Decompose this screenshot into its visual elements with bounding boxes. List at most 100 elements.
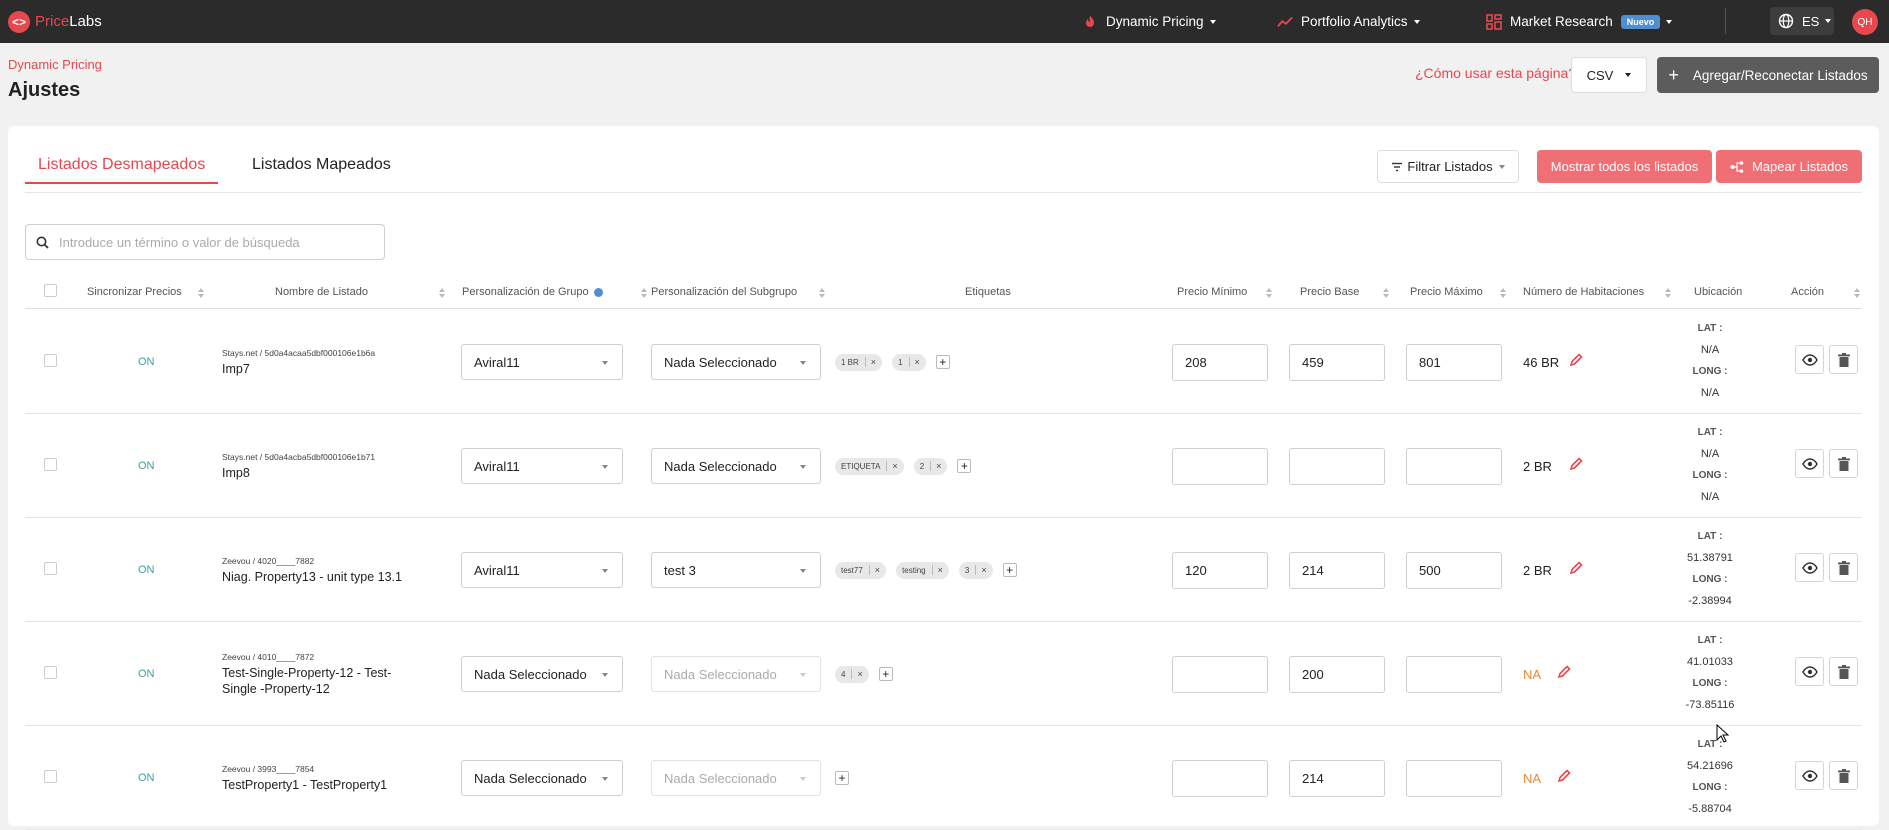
remove-tag-icon[interactable]: × (931, 565, 943, 575)
add-tag-button[interactable]: + (1002, 563, 1017, 577)
remove-tag-icon[interactable]: × (851, 669, 863, 679)
min-price-input[interactable] (1172, 760, 1268, 797)
min-price-input[interactable] (1172, 656, 1268, 693)
nav-dynamic-pricing[interactable]: Dynamic Pricing (1082, 0, 1216, 43)
sort-icon[interactable] (1383, 288, 1389, 298)
nav-portfolio-analytics[interactable]: Portfolio Analytics (1277, 0, 1420, 43)
delete-button[interactable] (1829, 345, 1858, 374)
sync-status[interactable]: ON (138, 356, 155, 368)
base-price-input[interactable]: 214 (1289, 760, 1385, 797)
subgroup-select[interactable]: Nada Seleccionado (651, 344, 821, 380)
max-price-input[interactable]: 801 (1406, 344, 1502, 381)
view-button[interactable] (1795, 449, 1824, 478)
delete-button[interactable] (1829, 657, 1858, 686)
sort-icon[interactable] (1854, 288, 1860, 298)
max-price-input[interactable] (1406, 656, 1502, 693)
sync-status[interactable]: ON (138, 772, 155, 784)
select-all-checkbox[interactable] (44, 284, 57, 297)
row-checkbox[interactable] (44, 458, 57, 471)
delete-button[interactable] (1829, 553, 1858, 582)
col-name[interactable]: Nombre de Listado (275, 276, 368, 308)
sort-icon[interactable] (1266, 288, 1272, 298)
help-link[interactable]: ¿Cómo usar esta página? (1415, 65, 1576, 81)
edit-icon[interactable] (1569, 353, 1583, 367)
edit-icon[interactable] (1569, 561, 1583, 575)
sort-icon[interactable] (439, 288, 445, 298)
view-button[interactable] (1795, 761, 1824, 790)
csv-dropdown[interactable]: CSV (1571, 57, 1647, 93)
sync-status[interactable]: ON (138, 460, 155, 472)
edit-icon[interactable] (1557, 665, 1571, 679)
edit-icon[interactable] (1557, 769, 1571, 783)
tab-mapped[interactable]: Listados Mapeados (252, 156, 391, 182)
row-checkbox[interactable] (44, 770, 57, 783)
subgroup-select[interactable]: test 3 (651, 552, 821, 588)
base-price-input[interactable] (1289, 448, 1385, 485)
group-select[interactable]: Aviral11 (461, 344, 623, 380)
language-selector[interactable]: ES (1770, 7, 1834, 35)
info-icon[interactable] (593, 287, 603, 297)
sort-icon[interactable] (819, 288, 825, 298)
remove-tag-icon[interactable]: × (868, 565, 880, 575)
add-tag-button[interactable]: + (835, 771, 849, 785)
col-sync[interactable]: Sincronizar Precios (87, 276, 182, 308)
group-select[interactable]: Nada Seleccionado (461, 760, 623, 796)
col-min-price[interactable]: Precio Mínimo (1177, 276, 1247, 308)
sync-status[interactable]: ON (138, 668, 155, 680)
max-price-input[interactable] (1406, 448, 1502, 485)
sort-icon[interactable] (1665, 288, 1671, 298)
pricelabs-logo[interactable]: <> PriceLabs (8, 10, 102, 33)
long-label: LONG : (1692, 678, 1728, 690)
remove-tag-icon[interactable]: × (930, 461, 941, 471)
view-button[interactable] (1795, 657, 1824, 686)
row-checkbox[interactable] (44, 354, 57, 367)
breadcrumb[interactable]: Dynamic Pricing (8, 57, 102, 72)
base-price-input[interactable]: 459 (1289, 344, 1385, 381)
view-button[interactable] (1795, 553, 1824, 582)
max-price-input[interactable] (1406, 760, 1502, 797)
col-max-price[interactable]: Precio Máximo (1410, 276, 1483, 308)
avatar[interactable]: QH (1852, 9, 1878, 35)
delete-button[interactable] (1829, 449, 1858, 478)
group-select[interactable]: Aviral11 (461, 552, 623, 588)
subgroup-select[interactable]: Nada Seleccionado (651, 448, 821, 484)
remove-tag-icon[interactable]: × (908, 357, 920, 367)
lat-label: LAT : (1697, 427, 1723, 438)
sort-icon[interactable] (641, 288, 647, 298)
group-value: Nada Seleccionado (474, 666, 587, 682)
nav-market-research[interactable]: Market Research Nuevo (1486, 0, 1673, 43)
tab-unmapped[interactable]: Listados Desmapeados (25, 156, 219, 184)
sort-icon[interactable] (1500, 288, 1506, 298)
show-all-listings-button[interactable]: Mostrar todos los listados (1537, 150, 1712, 183)
max-price-input[interactable]: 500 (1406, 552, 1502, 589)
base-price-input[interactable]: 200 (1289, 656, 1385, 693)
add-tag-button[interactable]: + (935, 355, 950, 369)
row-checkbox[interactable] (44, 666, 57, 679)
min-price-input[interactable]: 120 (1172, 552, 1268, 589)
group-select[interactable]: Aviral11 (461, 448, 623, 484)
search-input[interactable] (59, 234, 359, 250)
add-tag-button[interactable]: + (957, 459, 972, 473)
col-rooms[interactable]: Número de Habitaciones (1523, 276, 1644, 308)
filter-listings-button[interactable]: Filtrar Listados (1377, 150, 1519, 183)
base-price-input[interactable]: 214 (1289, 552, 1385, 589)
min-price-input[interactable]: 208 (1172, 344, 1268, 381)
col-base-price[interactable]: Precio Base (1300, 276, 1359, 308)
add-tag-button[interactable]: + (878, 667, 893, 681)
remove-tag-icon[interactable]: × (975, 565, 987, 575)
delete-button[interactable] (1829, 761, 1858, 790)
edit-icon[interactable] (1569, 457, 1583, 471)
remove-tag-icon[interactable]: × (886, 461, 898, 471)
min-price-input[interactable] (1172, 448, 1268, 485)
row-checkbox[interactable] (44, 562, 57, 575)
search-box[interactable] (25, 224, 385, 260)
sync-status[interactable]: ON (138, 564, 155, 576)
remove-tag-icon[interactable]: × (864, 357, 876, 367)
add-reconnect-button[interactable]: + Agregar/Reconectar Listados (1657, 57, 1879, 93)
sort-icon[interactable] (198, 288, 204, 298)
col-group[interactable]: Personalización de Grupo (462, 276, 603, 308)
map-listings-button[interactable]: Mapear Listados (1716, 150, 1862, 183)
view-button[interactable] (1795, 345, 1824, 374)
col-subgroup[interactable]: Personalización del Subgrupo (651, 276, 797, 308)
group-select[interactable]: Nada Seleccionado (461, 656, 623, 692)
